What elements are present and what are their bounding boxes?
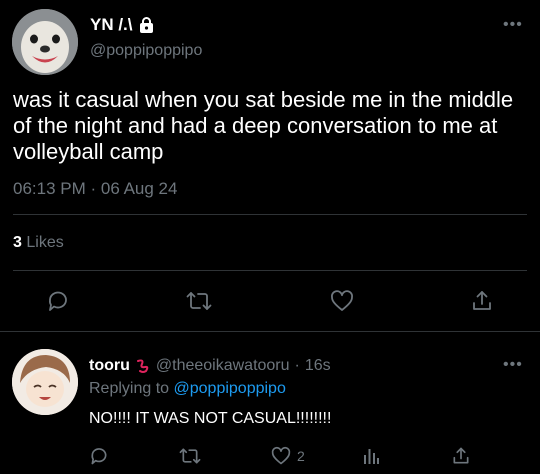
share-icon[interactable]: [470, 289, 494, 313]
reply-text: NO!!!! IT WAS NOT CASUAL!!!!!!!!: [89, 410, 332, 427]
tweet-text: was it casual when you sat beside me in …: [13, 87, 514, 164]
replying-to-line: Replying to @poppipoppipo: [89, 380, 286, 398]
reply-author-name[interactable]: tooru: [89, 357, 130, 375]
likes-label: Likes: [26, 234, 64, 251]
like-icon[interactable]: [330, 289, 354, 313]
author-name[interactable]: YN /.\: [90, 15, 133, 35]
lock-icon: [139, 17, 154, 33]
reply-like-button[interactable]: 2: [271, 446, 305, 466]
reply-retweet-icon[interactable]: [179, 446, 201, 466]
replying-to-handle[interactable]: @poppipoppipo: [174, 380, 286, 397]
divider-bottom: [0, 331, 540, 332]
reply-avatar[interactable]: [12, 349, 78, 415]
retweet-icon[interactable]: [186, 289, 212, 313]
reply-handle[interactable]: @theeoikawatooru: [156, 357, 290, 375]
squiggle-emoji-icon: [135, 358, 151, 374]
author-avatar[interactable]: [12, 9, 78, 75]
reply-reply-icon[interactable]: [89, 446, 109, 466]
likes-count: 3: [13, 234, 22, 251]
reply-like-count: 2: [297, 448, 305, 464]
more-icon[interactable]: •••: [503, 16, 523, 34]
reply-heart-icon: [271, 446, 291, 466]
reply-separator: ·: [294, 357, 300, 374]
replying-to-prefix: Replying to: [89, 380, 170, 397]
divider-top: [13, 214, 527, 215]
reply-age[interactable]: 16s: [305, 357, 331, 375]
reply-analytics-icon[interactable]: [361, 446, 381, 466]
reply-more-icon[interactable]: •••: [503, 356, 523, 374]
divider-mid: [13, 270, 527, 271]
anime-avatar-image: [12, 349, 78, 415]
likes-stat[interactable]: 3 Likes: [13, 234, 64, 252]
reply-share-icon[interactable]: [451, 446, 471, 466]
tweet-timestamp[interactable]: 06:13 PM · 06 Aug 24: [13, 179, 177, 199]
dog-avatar-image: [12, 9, 78, 75]
reply-header: tooru @theeoikawatooru · 16s: [89, 357, 331, 375]
reply-icon[interactable]: [46, 289, 70, 313]
author-handle[interactable]: @poppipoppipo: [90, 42, 202, 60]
author-name-row: YN /.\: [90, 15, 154, 35]
